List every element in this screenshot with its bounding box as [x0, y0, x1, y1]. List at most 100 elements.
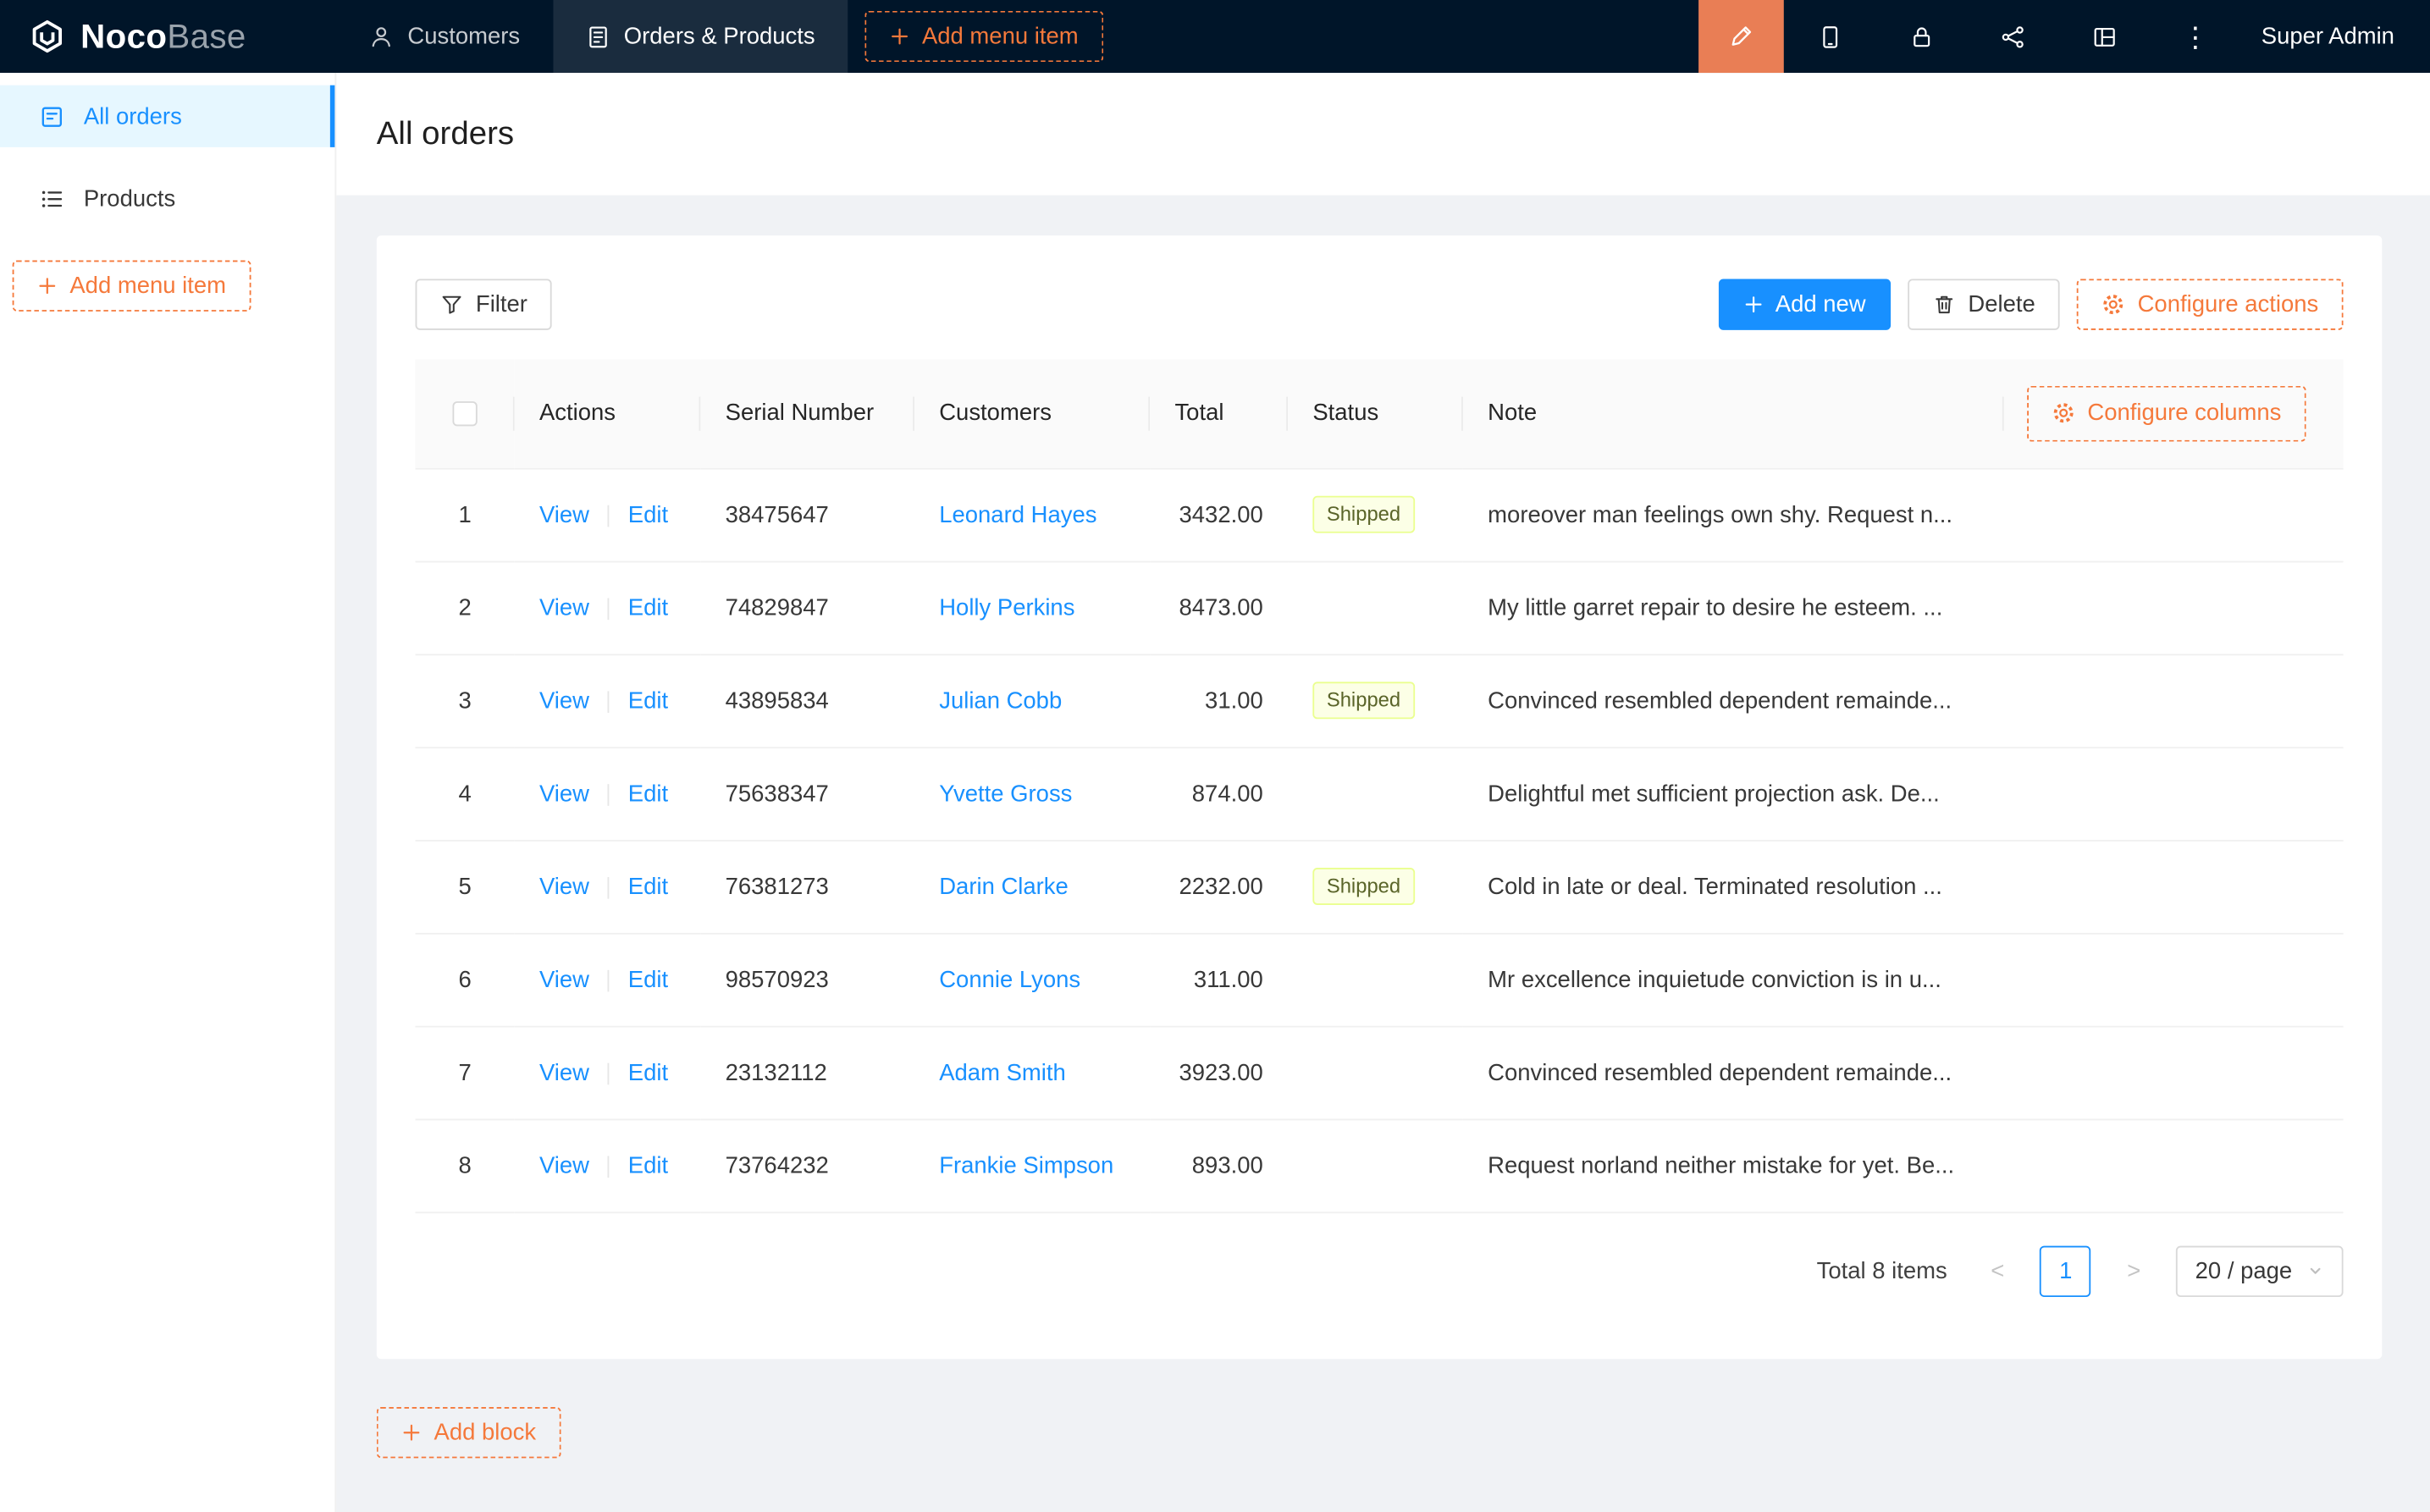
ui-editor-button[interactable]	[1698, 0, 1784, 73]
chevron-down-icon	[2306, 1261, 2325, 1280]
page-size-select[interactable]: 20 / page	[2177, 1245, 2344, 1296]
row-index: 7	[458, 1059, 471, 1085]
topbar-add-menu-item-button[interactable]: Add menu item	[864, 11, 1103, 62]
orders-icon	[585, 24, 610, 48]
nav-item-label: Customers	[407, 23, 520, 49]
customer-link[interactable]: Adam Smith	[939, 1059, 1066, 1085]
view-link[interactable]: View	[539, 873, 589, 899]
note-text: My little garret repair to desire he est…	[1488, 594, 1942, 621]
row-index: 6	[458, 966, 471, 992]
topbar: NocoBase Customers Orders & Products Add…	[0, 0, 2430, 73]
customer-link[interactable]: Frankie Simpson	[939, 1152, 1113, 1178]
configure-actions-label: Configure actions	[2138, 291, 2319, 317]
form-icon	[39, 103, 65, 130]
view-link[interactable]: View	[539, 1152, 589, 1178]
view-link[interactable]: View	[539, 966, 589, 992]
header-divider	[2002, 396, 2004, 430]
table-row: 2 View Edit 74829847 Holly Perkins 8473.0…	[416, 561, 2344, 654]
sidebar-item-all-orders[interactable]: All orders	[0, 86, 334, 147]
serial-number-value: 23132112	[726, 1059, 827, 1085]
edit-link[interactable]: Edit	[628, 873, 668, 899]
plugin-manager-button[interactable]	[2058, 0, 2150, 73]
column-header-serial-number: Serial Number	[700, 360, 914, 468]
action-divider	[608, 598, 610, 620]
view-link[interactable]: View	[539, 781, 589, 807]
logo[interactable]: NocoBase	[0, 0, 336, 73]
pagination-prev-button[interactable]: <	[1972, 1245, 2023, 1296]
sidebar-add-menu-item-button[interactable]: Add menu item	[13, 261, 251, 312]
sidebar-add-menu-item-label: Add menu item	[69, 273, 226, 299]
add-block-label: Add block	[434, 1420, 537, 1446]
edit-link[interactable]: Edit	[628, 501, 668, 527]
action-divider	[608, 1156, 610, 1178]
plus-icon	[1742, 295, 1763, 315]
edit-link[interactable]: Edit	[628, 781, 668, 807]
user-icon	[369, 24, 394, 48]
total-value: 893.00	[1192, 1152, 1263, 1178]
topbar-add-menu-item-label: Add menu item	[922, 23, 1079, 49]
edit-link[interactable]: Edit	[628, 1152, 668, 1178]
table-row: 8 ViewEdit 73764232 Frankie Simpson 893.…	[416, 1119, 2344, 1212]
serial-number-value: 74829847	[726, 594, 829, 621]
add-new-button[interactable]: Add new	[1718, 279, 1891, 329]
trash-icon	[1932, 293, 1955, 316]
customer-link[interactable]: Julian Cobb	[939, 687, 1062, 714]
pagination-next-button[interactable]: >	[2108, 1245, 2159, 1296]
mobile-client-button[interactable]	[1784, 0, 1875, 73]
customer-link[interactable]: Yvette Gross	[939, 781, 1072, 807]
sidebar-item-products[interactable]: Products	[0, 168, 334, 229]
nav-item-orders-products[interactable]: Orders & Products	[553, 0, 848, 73]
user-menu[interactable]: Super Admin	[2241, 0, 2430, 73]
total-value: 3432.00	[1179, 501, 1263, 527]
row-index: 5	[458, 873, 471, 899]
view-link[interactable]: View	[539, 687, 589, 714]
note-text: Delightful met sufficient projection ask…	[1488, 781, 1940, 807]
note-text: Cold in late or deal. Terminated resolut…	[1488, 873, 1942, 899]
configure-columns-button[interactable]: Configure columns	[2027, 385, 2306, 441]
edit-link[interactable]: Edit	[628, 966, 668, 992]
column-header-customers: Customers	[914, 360, 1150, 468]
pagination-page-1[interactable]: 1	[2041, 1245, 2091, 1296]
page-header: All orders	[336, 73, 2430, 196]
nav-item-label: Orders & Products	[624, 23, 815, 49]
add-new-button-label: Add new	[1776, 291, 1866, 317]
edit-link[interactable]: Edit	[628, 687, 668, 714]
page-title: All orders	[377, 115, 514, 152]
more-menu-button[interactable]: ⋮	[2150, 0, 2241, 73]
permissions-button[interactable]	[1875, 0, 1967, 73]
customer-link[interactable]: Darin Clarke	[939, 873, 1069, 899]
row-index: 4	[458, 781, 471, 807]
nav-item-customers[interactable]: Customers	[336, 0, 552, 73]
total-value: 8473.00	[1179, 594, 1263, 621]
note-text: Convinced resembled dependent remainde..…	[1488, 687, 1952, 714]
gear-icon	[2102, 293, 2125, 316]
customer-link[interactable]: Connie Lyons	[939, 966, 1080, 992]
column-header-note: Note	[1488, 400, 1537, 427]
plus-icon	[401, 1422, 422, 1443]
column-header-total: Total	[1150, 360, 1288, 468]
customer-link[interactable]: Holly Perkins	[939, 594, 1074, 621]
view-link[interactable]: View	[539, 1059, 589, 1085]
add-block-button[interactable]: Add block	[377, 1407, 561, 1458]
toolbar-right-group: Add new Delete	[1718, 279, 2344, 329]
total-value: 3923.00	[1179, 1059, 1263, 1085]
sidebar-item-label: All orders	[84, 103, 182, 130]
gear-icon	[2052, 402, 2074, 425]
api-connections-button[interactable]	[1967, 0, 2058, 73]
content-area: Filter Add new De	[336, 196, 2430, 1459]
ellipsis-icon: ⋮	[2181, 23, 2209, 51]
configure-actions-button[interactable]: Configure actions	[2077, 279, 2343, 329]
edit-link[interactable]: Edit	[628, 594, 668, 621]
serial-number-value: 38475647	[726, 501, 829, 527]
customer-link[interactable]: Leonard Hayes	[939, 501, 1096, 527]
delete-button[interactable]: Delete	[1908, 279, 2060, 329]
filter-button[interactable]: Filter	[416, 279, 553, 329]
delete-button-label: Delete	[1968, 291, 2035, 317]
serial-number-value: 76381273	[726, 873, 829, 899]
view-link[interactable]: View	[539, 594, 589, 621]
row-index: 2	[458, 594, 471, 621]
view-link[interactable]: View	[539, 501, 589, 527]
row-index: 8	[458, 1152, 471, 1178]
edit-link[interactable]: Edit	[628, 1059, 668, 1085]
select-all-checkbox[interactable]	[452, 402, 477, 427]
